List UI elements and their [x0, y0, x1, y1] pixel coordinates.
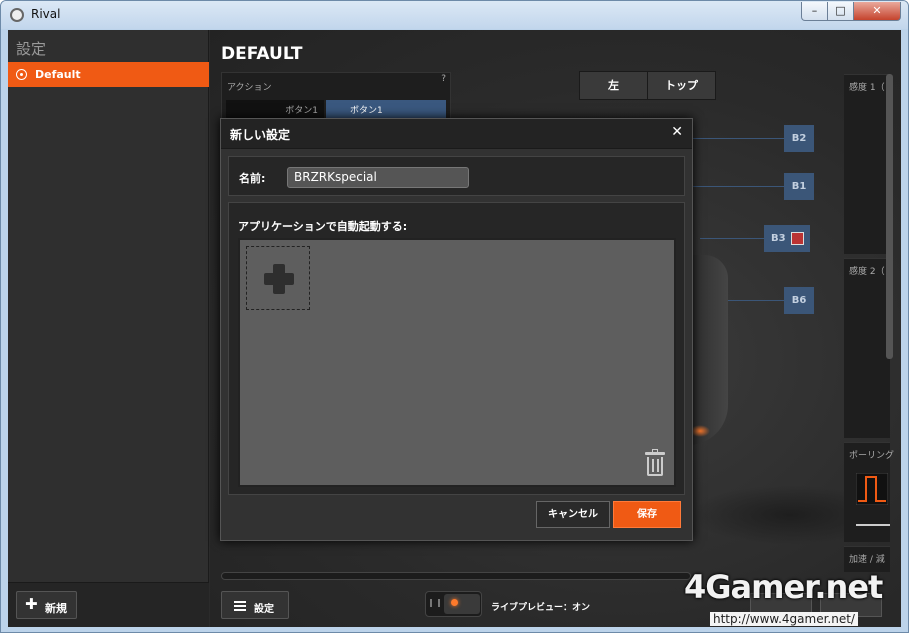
view-tabs: 左 トップ: [579, 71, 716, 100]
watermark-url: http://www.4gamer.net/: [710, 612, 858, 626]
plus-icon: ✚: [25, 595, 38, 613]
mouse-led: [690, 425, 710, 437]
minimize-button[interactable]: –: [801, 2, 828, 21]
sidebar-item-label: Default: [35, 68, 81, 81]
dialog-header: 新しい設定 ✕: [221, 119, 692, 149]
toggle-knob: [444, 594, 480, 614]
apps-list: [238, 238, 676, 487]
dialog-title: 新しい設定: [230, 128, 291, 142]
button-b2[interactable]: B2: [784, 125, 814, 152]
sensitivity-1-panel: 感度 1（: [844, 74, 890, 254]
progress-bar: [221, 572, 691, 580]
button-b3[interactable]: B3: [764, 225, 810, 252]
new-config-button[interactable]: ✚ 新規: [16, 591, 77, 619]
list-icon: [234, 601, 246, 611]
polling-label: ポーリング: [849, 451, 895, 461]
app-window: Rival – □ ✕ 設定 Default ✚ 新規 DEFAULT アクショ…: [0, 0, 909, 633]
name-input[interactable]: BRZRKspecial: [287, 167, 469, 188]
name-section: 名前: BRZRKspecial: [228, 156, 685, 196]
close-window-button[interactable]: ✕: [853, 2, 901, 21]
toggle-grip-icon: [430, 599, 440, 607]
new-config-dialog: 新しい設定 ✕ 名前: BRZRKspecial アプリケーションで自動起動する…: [220, 118, 693, 541]
help-icon[interactable]: ?: [441, 74, 446, 84]
close-icon[interactable]: ✕: [671, 124, 683, 140]
watermark-logo: 4Gamer.net: [684, 568, 883, 606]
sidebar: 設定 Default ✚ 新規: [8, 30, 209, 627]
settings-label: 設定: [254, 604, 274, 615]
title-bar[interactable]: Rival – □ ✕: [1, 1, 908, 29]
polling-graph-icon: [856, 473, 888, 505]
sidebar-footer: ✚ 新規: [8, 582, 209, 627]
color-swatch-icon: [791, 232, 804, 245]
action-cell-selected[interactable]: ボタン1: [326, 100, 446, 118]
maximize-button[interactable]: □: [827, 2, 854, 21]
live-preview-label: ライブプレビュー：オン: [491, 603, 591, 613]
button-b3-label: B3: [771, 233, 786, 244]
mouse-image: [688, 255, 728, 445]
app-icon: [10, 8, 24, 22]
trash-icon[interactable]: [645, 449, 665, 478]
config-title: DEFAULT: [221, 44, 303, 64]
cancel-button[interactable]: キャンセル: [536, 501, 610, 528]
action-panel-title: アクション: [227, 83, 272, 93]
save-button[interactable]: 保存: [613, 501, 681, 528]
live-preview-toggle[interactable]: [425, 591, 482, 617]
tab-left[interactable]: 左: [580, 72, 647, 99]
button-b1[interactable]: B1: [784, 173, 814, 200]
polling-slider[interactable]: [856, 524, 890, 526]
settings-button[interactable]: 設定: [221, 591, 289, 619]
add-app-button[interactable]: [246, 246, 310, 310]
name-label: 名前:: [239, 172, 266, 185]
sensitivity-1-label: 感度 1（: [849, 83, 885, 93]
accel-label: 加速 / 減: [849, 555, 885, 565]
action-panel: アクション ? ボタン1 ボタン1: [221, 72, 451, 120]
polling-panel: ポーリング: [844, 442, 894, 542]
scrollbar[interactable]: [886, 74, 893, 359]
radio-icon: [16, 69, 27, 80]
apps-section: アプリケーションで自動起動する:: [228, 202, 685, 495]
tab-top[interactable]: トップ: [647, 72, 715, 99]
toggle-led-icon: [451, 599, 458, 606]
sidebar-item-default[interactable]: Default: [8, 62, 209, 87]
window-title: Rival: [31, 7, 61, 21]
sensitivity-2-panel: 感度 2（: [844, 258, 890, 438]
connector-line: [700, 238, 765, 239]
connector-line: [720, 300, 785, 301]
apps-label: アプリケーションで自動起動する:: [238, 220, 408, 233]
sensitivity-2-label: 感度 2（: [849, 267, 885, 277]
button-b6[interactable]: B6: [784, 287, 814, 314]
sidebar-heading: 設定: [16, 40, 47, 58]
action-cell[interactable]: ボタン1: [226, 100, 324, 118]
new-config-label: 新規: [45, 602, 67, 615]
